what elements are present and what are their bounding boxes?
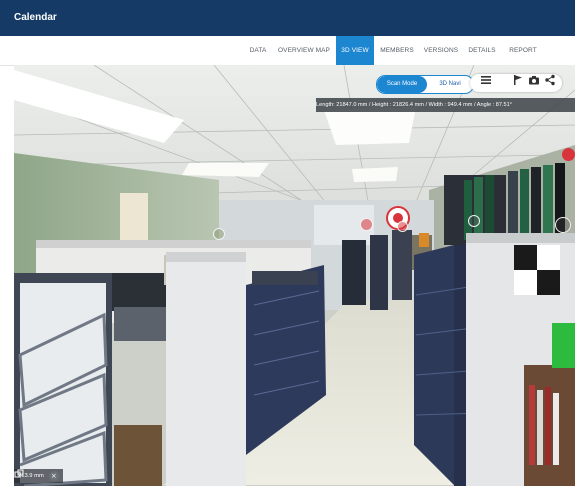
3d-viewer[interactable]: Scan Mode 3D Navi Length: 21847.0 mm / H… — [14, 65, 575, 486]
wall-poster — [120, 193, 148, 241]
view-mode-toggle: Scan Mode 3D Navi — [376, 75, 474, 94]
scan-point-hotspot[interactable] — [555, 217, 571, 233]
tab-versions[interactable]: VERSIONS — [420, 36, 462, 65]
tab-report[interactable]: REPORT — [502, 36, 544, 65]
3d-navi-button[interactable]: 3D Navi — [427, 76, 473, 93]
tab-details[interactable]: DETAILS — [464, 36, 500, 65]
measurement-readout: Length: 21847.0 mm / Height : 21826.4 mm… — [316, 98, 575, 112]
measurement-text: Length: 21847.0 mm / Height : 21826.4 mm… — [316, 102, 512, 108]
panorama-scene — [14, 65, 575, 486]
flag-icon[interactable] — [512, 74, 524, 86]
scan-point-hotspot[interactable] — [397, 221, 408, 232]
tab-members[interactable]: MEMBERS — [376, 36, 418, 65]
tab-bar: DATA OVERVIEW MAP 3D VIEW MEMBERS VERSIO… — [0, 36, 575, 66]
scan-point-hotspot[interactable] — [360, 218, 373, 231]
tab-3d-view[interactable]: 3D VIEW — [336, 36, 374, 65]
tab-overview-map[interactable]: OVERVIEW MAP — [274, 36, 334, 65]
viewer-toolbar — [470, 74, 562, 92]
scan-point-hotspot[interactable] — [213, 228, 225, 240]
scan-mode-button[interactable]: Scan Mode — [377, 76, 427, 93]
ceiling-light-center — [182, 163, 269, 177]
tab-data[interactable]: DATA — [244, 36, 272, 65]
list-icon[interactable] — [480, 74, 492, 86]
camera-icon[interactable] — [528, 74, 540, 86]
scan-point-hotspot[interactable] — [562, 148, 575, 161]
app-title: Calendar — [14, 12, 57, 23]
ceiling-light-far — [352, 167, 398, 182]
copy-icon[interactable] — [14, 469, 24, 479]
ceiling-light-right — [324, 107, 416, 145]
scan-point-hotspot[interactable] — [468, 215, 480, 227]
scale-control: 213.9 mm × — [14, 469, 63, 483]
close-icon[interactable]: × — [48, 471, 59, 481]
app-header: Calendar — [0, 0, 575, 36]
share-icon[interactable] — [544, 74, 556, 86]
